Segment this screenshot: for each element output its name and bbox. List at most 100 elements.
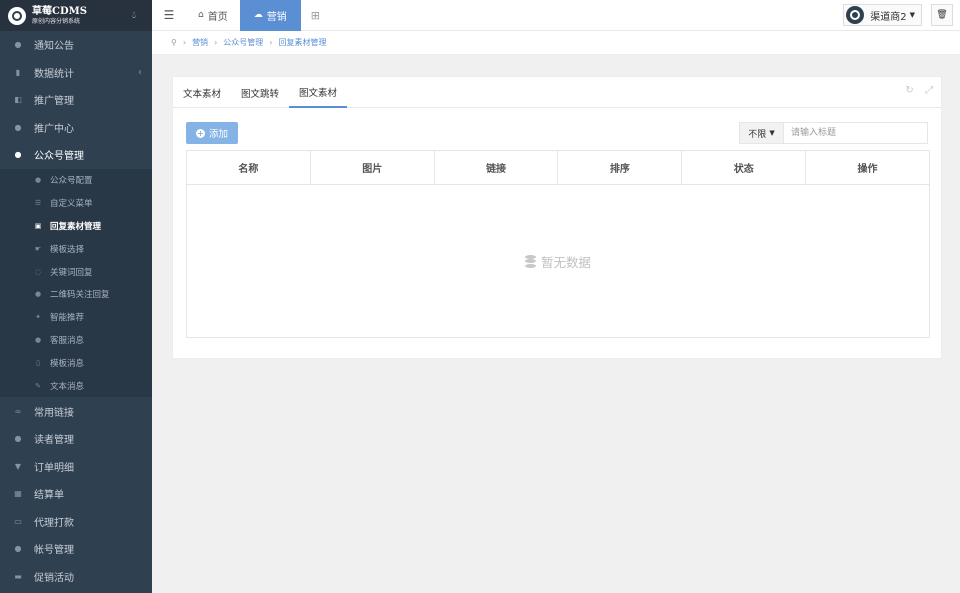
- user-icon: ●: [34, 336, 42, 345]
- sidebar-item-accounts[interactable]: ● 帐号管理: [0, 535, 152, 563]
- comment-icon: ●: [14, 40, 22, 50]
- sidebar-subitem-label: 文本消息: [50, 381, 85, 392]
- fullscreen-icon[interactable]: ⤢: [925, 85, 933, 96]
- sidebar-subitem-label: 二维码关注回复: [50, 290, 110, 301]
- sidebar-subitem-reply-materials[interactable]: ▣ 回复素材管理: [0, 214, 152, 237]
- refresh-icon[interactable]: ↻: [905, 85, 913, 96]
- empty-state: 暂无数据: [187, 185, 929, 337]
- column-header-actions: 操作: [857, 164, 878, 175]
- tab-label: 营销: [266, 11, 287, 23]
- breadcrumb-separator: ›: [182, 38, 187, 47]
- sidebar-nav: ● 通知公告 ▮ 数据统计 ‹ ◧ 推广管理 ● 推广中心 ● 公众号管理: [0, 31, 152, 169]
- edit-icon: ✎: [35, 381, 41, 390]
- breadcrumb-item-reply-materials[interactable]: 回复素材管理: [278, 37, 326, 48]
- sidebar-item-promotion-management[interactable]: ◧ 推广管理: [0, 86, 152, 114]
- table-header: 名称 图片 链接 排序 状态 操作: [187, 151, 929, 185]
- sidebar-item-statistics[interactable]: ▮ 数据统计 ‹: [0, 59, 152, 87]
- tab-text-material[interactable]: 文本素材: [173, 77, 231, 108]
- tab-label: 图文跳转: [241, 88, 280, 100]
- sidebar-subitem-label: 公众号配置: [50, 175, 93, 186]
- sidebar-item-official-account[interactable]: ● 公众号管理: [0, 141, 152, 169]
- apps-grid-icon[interactable]: ⊞: [301, 9, 330, 22]
- user-name: 渠道商2: [870, 11, 907, 23]
- status-select[interactable]: 不限 ▼: [740, 123, 784, 143]
- column-header-status: 状态: [682, 151, 807, 184]
- sidebar-item-common-links[interactable]: ∞ 常用链接: [0, 397, 152, 425]
- user-icon: ●: [14, 122, 22, 132]
- users-icon: ●: [14, 434, 22, 444]
- column-header-sort: 排序: [558, 151, 683, 184]
- sidebar-subitem-account-config[interactable]: ● 公众号配置: [0, 169, 152, 192]
- sidebar-item-label: 公众号管理: [34, 151, 84, 163]
- tab-marketing[interactable]: ☁ 营销: [239, 0, 301, 31]
- sidebar-item-label: 结算单: [34, 490, 64, 502]
- droplet-icon[interactable]: 💧︎: [132, 10, 136, 21]
- sidebar-item-notices[interactable]: ● 通知公告: [0, 31, 152, 59]
- sidebar-subitem-smart-recommend[interactable]: ✦ 智能推荐: [0, 306, 152, 329]
- content-panel: 文本素材 图文跳转 图文素材 ↻ ⤢ + 添加 不限 ▼ 名称 图片 链接 排序…: [172, 76, 942, 359]
- caret-down-icon: ▼: [909, 11, 915, 19]
- tab-label: 首页: [207, 11, 228, 23]
- breadcrumb-separator: ›: [214, 38, 218, 47]
- image-icon: ▣: [34, 221, 42, 230]
- logo-subtitle: 原创内容分销系统: [32, 17, 81, 25]
- panel-tools: ↻ ⤢: [897, 85, 933, 96]
- materials-table: 名称 图片 链接 排序 状态 操作 暂无数据: [186, 150, 930, 338]
- sidebar-subitem-service-message[interactable]: ● 客服消息: [0, 329, 152, 352]
- add-button[interactable]: + 添加: [186, 122, 238, 144]
- calculator-icon: ▦: [14, 489, 22, 499]
- sidebar-subitem-label: 客服消息: [50, 336, 85, 347]
- search-input[interactable]: [784, 123, 927, 143]
- sidebar-item-agent-payment[interactable]: ▭ 代理打款: [0, 507, 152, 535]
- tab-label: 图文素材: [299, 87, 338, 99]
- trash-button[interactable]: 🗑︎: [931, 4, 953, 26]
- sidebar-subitem-label: 模板选择: [50, 244, 85, 255]
- sidebar-subitem-label: 自定义菜单: [50, 198, 93, 209]
- tab-news-material[interactable]: 图文素材: [289, 77, 348, 108]
- column-header-name: 名称: [187, 151, 311, 184]
- sidebar-item-promotions[interactable]: ▬ 促销活动: [0, 562, 152, 590]
- column-header-image: 图片: [311, 151, 435, 184]
- sidebar-item-label: 推广中心: [34, 123, 74, 135]
- sidebar-subitem-label: 模板消息: [50, 359, 85, 370]
- sidebar-subitem-text-message[interactable]: ✎ 文本消息: [0, 375, 152, 398]
- share-icon: ◧: [14, 95, 22, 105]
- sidebar-item-settlement[interactable]: ▦ 结算单: [0, 480, 152, 508]
- chevron-left-icon: ‹: [138, 66, 142, 78]
- logo-icon: [8, 6, 26, 25]
- comment-icon: ●: [34, 290, 42, 299]
- link-icon: ∞: [14, 406, 22, 416]
- user-menu[interactable]: 渠道商2 ▼: [843, 4, 922, 26]
- sidebar-subitem-keyword-reply[interactable]: ◌ 关键词回复: [0, 260, 152, 283]
- sidebar-item-label: 推广管理: [34, 96, 74, 108]
- logo-title: 草莓CDMS: [32, 5, 87, 17]
- sidebar-subitem-template-select[interactable]: ☛ 模板选择: [0, 237, 152, 260]
- bar-chart-icon: ▮: [15, 67, 21, 77]
- logo[interactable]: 草莓CDMS 原创内容分销系统: [32, 5, 87, 25]
- logo-bar: 草莓CDMS 原创内容分销系统 💧︎: [0, 0, 152, 31]
- sidebar-subitem-label: 关键词回复: [50, 267, 93, 278]
- sidebar-subitem-template-message[interactable]: ▯ 模板消息: [0, 352, 152, 375]
- sidebar-item-readers[interactable]: ● 读者管理: [0, 425, 152, 453]
- breadcrumb-item-marketing[interactable]: 营销: [192, 37, 208, 48]
- wechat-icon: ●: [34, 175, 42, 184]
- material-tabs: 文本素材 图文跳转 图文素材 ↻ ⤢: [173, 77, 941, 108]
- keyboard-icon: ▭: [14, 516, 22, 526]
- wechat-icon: ●: [14, 150, 22, 160]
- briefcase-icon: ▬: [14, 571, 22, 581]
- sidebar-subitem-custom-menu[interactable]: ☰ 自定义菜单: [0, 191, 152, 214]
- sidebar-nav-lower: ∞ 常用链接 ● 读者管理 ▼ 订单明细 ▦ 结算单 ▭ 代理打款 ● 帐号管理…: [0, 397, 152, 590]
- file-icon: ▯: [36, 359, 40, 368]
- sidebar-subitem-qrcode-reply[interactable]: ● 二维码关注回复: [0, 283, 152, 306]
- sidebar-item-label: 常用链接: [34, 407, 74, 419]
- sidebar-item-label: 读者管理: [34, 435, 74, 447]
- breadcrumb-item-official-account[interactable]: 公众号管理: [223, 37, 263, 48]
- sidebar-item-promotion-center[interactable]: ● 推广中心: [0, 114, 152, 142]
- tab-home[interactable]: ⌂ 首页: [186, 0, 240, 31]
- search-filter: 不限 ▼: [739, 122, 928, 144]
- sidebar-item-label: 代理打款: [34, 517, 74, 529]
- tab-news-redirect[interactable]: 图文跳转: [231, 77, 289, 108]
- menu-toggle-icon[interactable]: ☰: [152, 8, 186, 22]
- sidebar-item-orders[interactable]: ▼ 订单明细: [0, 452, 152, 480]
- sidebar-item-label: 数据统计: [34, 68, 74, 80]
